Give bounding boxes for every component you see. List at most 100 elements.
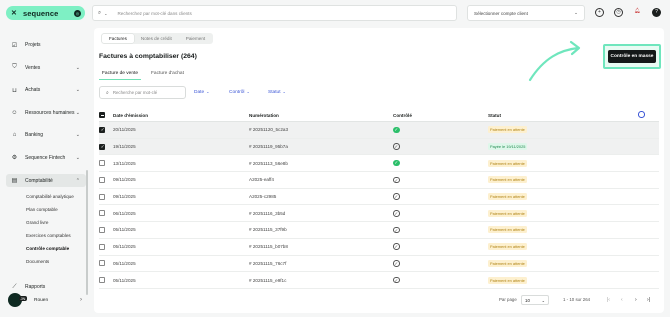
table-row[interactable]: 05/11/2025 # 20251115_76c7f ✓ Paiement en a… (99, 255, 659, 273)
tab-facture-vente[interactable]: Facture de vente (99, 71, 141, 80)
col-statut[interactable]: Statut (488, 109, 638, 122)
row-checkbox[interactable] (99, 160, 105, 167)
control-check-icon[interactable]: ✓ (393, 193, 400, 200)
tab-factures[interactable]: Factures (102, 34, 134, 43)
row-checkbox[interactable] (99, 277, 105, 284)
sidebar-item-fintech[interactable]: ⚙ Sequence Fintech ⌄ (6, 147, 86, 170)
row-checkbox[interactable] (99, 210, 105, 217)
sidebar-item-label: Comptabilité (25, 177, 53, 184)
row-checkbox[interactable] (99, 193, 105, 200)
help-icon[interactable]: ? (652, 8, 661, 17)
last-page-button[interactable]: ›| (647, 295, 650, 305)
control-check-icon[interactable]: ✓ (393, 243, 400, 250)
sidebar-subitem-active[interactable]: Contrôle comptable (26, 242, 86, 255)
chevron-down-icon: ⌄ (206, 89, 210, 94)
table-row[interactable]: 05/11/2025 # 20251115_e9f1c ✓ Paiement en a… (99, 271, 659, 289)
status-badge: Paiement en attente (488, 243, 527, 251)
controlled-check-icon[interactable]: ✓ (393, 126, 400, 134)
bank-icon: ⌂ (12, 132, 17, 139)
col-date[interactable]: Date d'émission (108, 109, 249, 122)
table-row[interactable]: 20/11/2025# 20251120_5c2a3✓ Paiement en a… (99, 121, 659, 139)
select-all-checkbox[interactable] (99, 112, 105, 118)
row-checkbox[interactable] (99, 260, 105, 267)
next-page-button[interactable]: › (635, 295, 637, 305)
cell-statut: Paiement en attente (488, 238, 638, 256)
search-icon: ⌕ (98, 9, 102, 16)
column-settings-icon[interactable] (638, 111, 645, 118)
per-page-value: 10 (525, 298, 530, 303)
cell-date: 20/11/2025 (108, 121, 249, 139)
cell-controle: ✓ (393, 271, 488, 289)
sidebar-scrollbar[interactable] (86, 170, 88, 295)
filter-statut[interactable]: Statut ⌄ (268, 89, 286, 95)
sidebar-item-achats[interactable]: ⊔ Achats ⌄ (6, 79, 86, 102)
cell-actions (638, 255, 659, 273)
company-select[interactable]: Sélectionner compte client ⌄ (467, 5, 585, 21)
sidebar-subitem[interactable]: Exercices comptables (26, 229, 86, 242)
row-select-cell (99, 204, 108, 223)
row-checkbox[interactable] (99, 243, 105, 250)
per-page-select[interactable]: 10 ⌄ (521, 295, 549, 305)
logo-mark-icon: ✕ (11, 9, 17, 17)
sidebar-item-comptabilite[interactable]: ▤ Comptabilité ⌃ (6, 174, 86, 187)
table-row[interactable]: 19/11/2025# 20251119_95b7a✓ Payée le 19/1… (99, 138, 659, 156)
brand-logo[interactable]: ✕ sequence ◎ (6, 6, 85, 20)
bulk-control-button[interactable]: Contrôle en masse (608, 50, 656, 63)
row-checkbox[interactable] (99, 126, 105, 133)
sidebar-item-rh[interactable]: ☺ Ressources humaines ⌄ (6, 102, 86, 125)
sidebar-subitem[interactable]: Comptabilité analytique (26, 190, 86, 203)
bell-icon[interactable]: 🔔︎ (633, 8, 642, 17)
sidebar-subitem[interactable]: Documents (26, 255, 86, 268)
first-page-button[interactable]: |‹ (607, 295, 610, 305)
control-check-icon[interactable]: ✓ (393, 226, 400, 234)
table-row[interactable]: 13/11/2025 # 20251113_56e8b ✓ Paiement en a… (99, 154, 659, 173)
sidebar-item-ventes[interactable]: ⛉ Ventes ⌄ (6, 57, 86, 80)
cell-numerotation: # 20251120_5c2a3 (249, 121, 393, 139)
status-badge: Payée le 19/11/2025 (488, 143, 528, 151)
status-badge: Paiement en attente (488, 226, 527, 234)
table-row[interactable]: 09/11/2025 A2025-c2985 ✓ Paiement en attent… (99, 188, 659, 206)
cell-numerotation: A2025-eaff4 (249, 171, 393, 189)
sidebar-item-projets[interactable]: ☑ Projets (6, 34, 86, 57)
cell-date: 09/11/2025 (108, 188, 249, 206)
pagination: Par page 10 ⌄ 1 - 10 sur 264 |‹ ‹ › ›| (94, 295, 664, 307)
global-search-input[interactable]: ⌕ ⌄ Recherchez par mot-clé dans clients (92, 5, 457, 21)
row-checkbox[interactable] (99, 143, 105, 150)
sidebar-item-banking[interactable]: ⌂ Banking ⌄ (6, 124, 86, 147)
sidebar-subitem[interactable]: Plan comptable (26, 203, 86, 216)
cell-date: 06/11/2025 (108, 204, 249, 223)
cell-statut: Paiement en attente (488, 171, 638, 189)
col-numerotation[interactable]: Numérotation (249, 109, 393, 122)
filter-controle[interactable]: Contrôl ⌄ (229, 89, 250, 95)
control-check-icon[interactable]: ✓ (393, 210, 400, 217)
control-check-icon[interactable]: ✓ (393, 176, 400, 184)
control-check-icon[interactable]: ✓ (393, 143, 400, 150)
add-icon[interactable]: + (595, 8, 604, 17)
status-badge: Paiement en attente (488, 193, 527, 201)
col-controle[interactable]: Contrôlé (393, 109, 488, 122)
table-row[interactable]: 09/11/2025 A2025-eaff4 ✓ Paiement en attent… (99, 171, 659, 189)
table-row[interactable]: 05/11/2025 # 20251115_b07b8 ✓ Paiement en a… (99, 238, 659, 256)
table-row[interactable]: 06/11/2025 # 20251116_3b5d ✓ Paiement en at… (99, 204, 659, 223)
row-checkbox[interactable] (99, 176, 105, 183)
clock-icon[interactable]: ◷ (614, 8, 623, 17)
controlled-check-icon[interactable]: ✓ (393, 159, 400, 167)
tab-paiement[interactable]: Paiement (179, 34, 212, 43)
cell-statut: Paiement en attente (488, 255, 638, 273)
sidebar-submenu: Comptabilité analytique Plan comptable G… (6, 190, 86, 268)
tab-facture-achat[interactable]: Facture d'achat (151, 71, 184, 80)
sidebar-subitem[interactable]: Grand livre (26, 216, 86, 229)
status-badge: Paiement en attente (488, 276, 527, 284)
control-check-icon[interactable]: ✓ (393, 276, 400, 284)
control-check-icon[interactable]: ✓ (393, 260, 400, 267)
pagination-range: 1 - 10 sur 264 (563, 297, 591, 302)
tab-notes-credit[interactable]: Notes de crédit (134, 34, 179, 43)
filter-label: Date (194, 90, 205, 95)
row-checkbox[interactable] (99, 226, 105, 233)
table-row[interactable]: 05/11/2025 # 20251115_37f9b ✓ Paiement en a… (99, 221, 659, 239)
search-scope-chevron-icon[interactable]: ⌄ (104, 11, 107, 16)
table-search-input[interactable]: ⌕ Recherche par mot-clé (99, 86, 186, 99)
filter-date[interactable]: Date ⌄ (194, 89, 210, 95)
check-square-icon: ☑ (11, 42, 18, 49)
prev-page-button[interactable]: ‹ (621, 295, 623, 305)
